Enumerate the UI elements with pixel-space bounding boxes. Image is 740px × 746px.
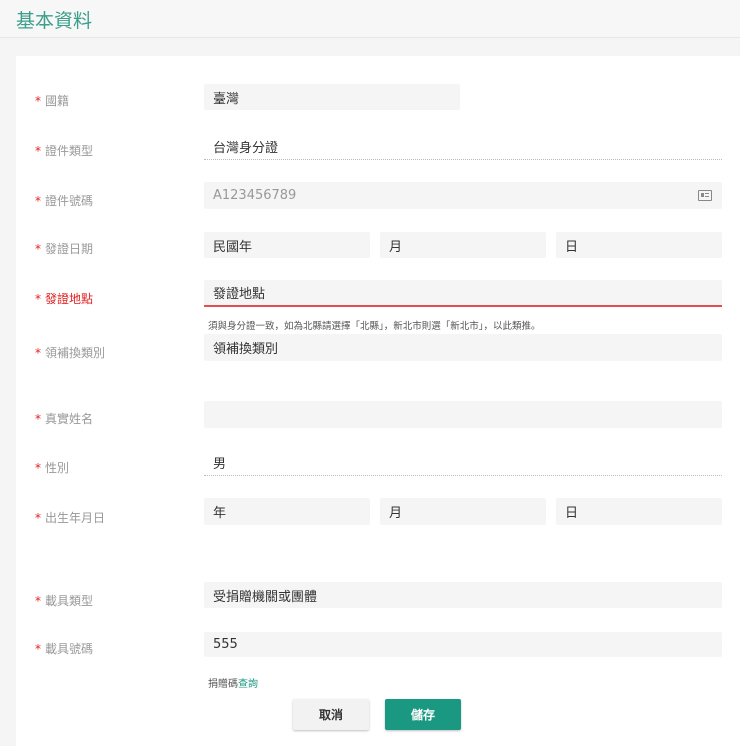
id-number-placeholder: A123456789 — [213, 188, 297, 203]
donation-code-lookup-link[interactable]: 查詢 — [238, 679, 258, 690]
label-birthday: * 出生年月日 — [35, 511, 106, 525]
label-id-number: * 證件號碼 — [35, 194, 94, 208]
birth-day-select[interactable]: 日 — [556, 498, 722, 525]
label-nationality: * 國籍 — [35, 94, 70, 108]
page-header: 基本資料 — [0, 0, 740, 38]
real-name-input[interactable] — [204, 401, 722, 428]
label-real-name: * 真實姓名 — [35, 412, 94, 426]
issue-year-select[interactable]: 民國年 — [204, 232, 370, 258]
issue-category-select[interactable]: 領補換類別 — [204, 334, 722, 361]
label-gender: * 性別 — [35, 461, 70, 475]
id-type-select[interactable]: 台灣身分證 — [204, 134, 722, 160]
birth-month-select[interactable]: 月 — [380, 498, 546, 525]
carrier-type-select[interactable]: 受捐贈機關或團體 — [204, 582, 722, 608]
donation-code-hint: 捐贈碼查詢 — [208, 679, 258, 690]
id-number-input[interactable]: A123456789 — [204, 182, 722, 209]
label-carrier-type: * 載具類型 — [35, 594, 94, 608]
label-issue-category: * 領補換類別 — [35, 346, 106, 360]
cancel-button[interactable]: 取消 — [293, 699, 369, 730]
birth-year-select[interactable]: 年 — [204, 498, 370, 525]
id-card-icon — [698, 190, 712, 201]
gender-select[interactable]: 男 — [204, 450, 722, 476]
label-id-type: * 證件類型 — [35, 144, 94, 158]
label-issue-place: * 發證地點 — [35, 292, 94, 306]
issue-day-select[interactable]: 日 — [556, 232, 722, 258]
label-carrier-number: * 載具號碼 — [35, 642, 94, 656]
label-issue-date: * 發證日期 — [35, 242, 94, 256]
issue-place-hint: 須與身分證一致，如為北縣請選擇「北縣」，新北市則選「新北市」，以此類推。 — [208, 321, 541, 332]
issue-place-select[interactable]: 發證地點 — [204, 280, 722, 307]
nationality-field[interactable]: 臺灣 — [204, 84, 460, 110]
page-title: 基本資料 — [16, 10, 93, 32]
issue-month-select[interactable]: 月 — [380, 232, 546, 258]
save-button[interactable]: 儲存 — [385, 699, 461, 730]
carrier-number-input[interactable]: 555 — [204, 632, 722, 657]
